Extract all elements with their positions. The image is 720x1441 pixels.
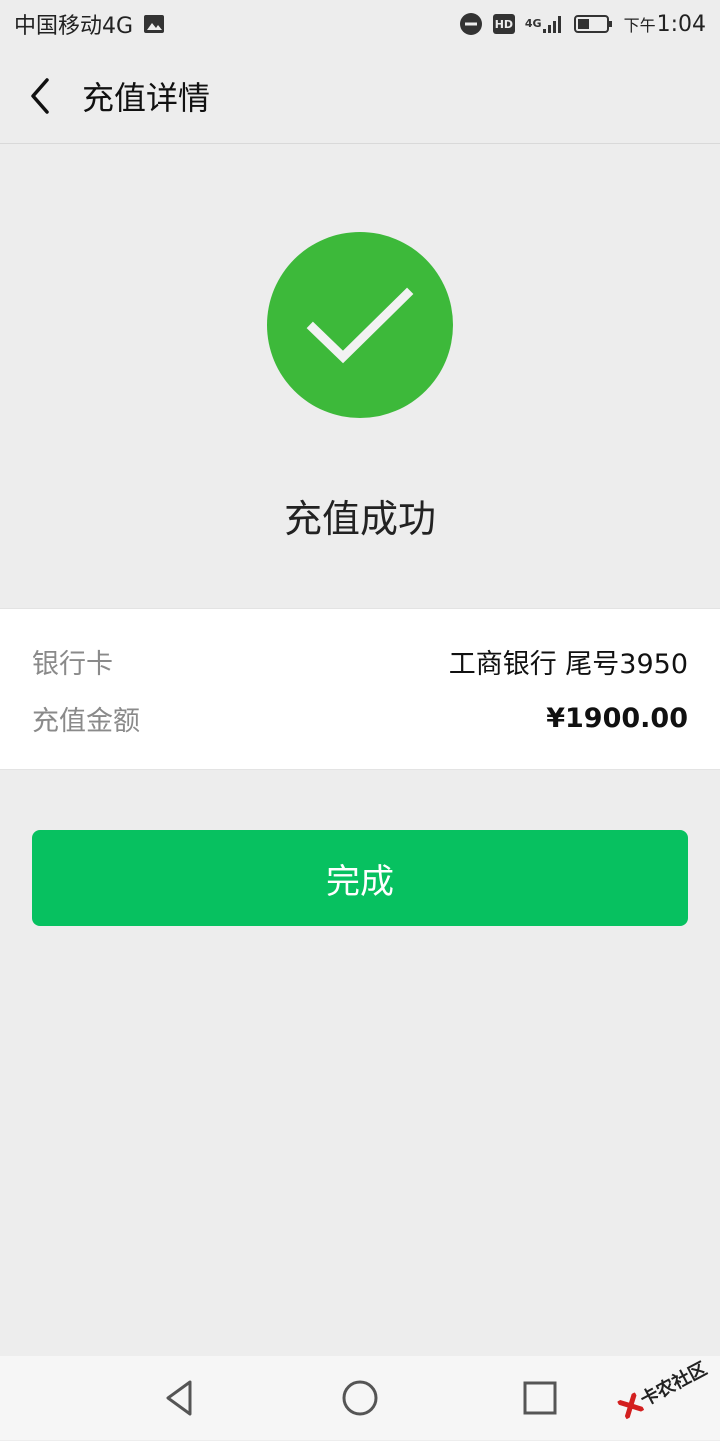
signal-icon: 4G [525,14,564,34]
status-bar: 中国移动4G HD 4G 下午 1:04 [0,0,720,48]
square-recents-icon [523,1381,557,1415]
status-bar-left: 中国移动4G [14,8,165,40]
back-button[interactable] [0,48,80,144]
system-navigation-bar [0,1356,720,1440]
carrier-label: 中国移动4G [14,14,134,39]
bank-card-row: 银行卡 工商银行 尾号3950 [32,636,688,686]
system-back-button[interactable] [156,1374,204,1422]
status-bar-right: HD 4G 下午 1:04 [459,12,706,37]
triangle-back-icon [166,1380,192,1416]
circle-home-icon [342,1380,378,1416]
done-button[interactable]: 完成 [32,830,688,926]
success-icon [267,232,453,418]
battery-icon [573,14,614,34]
system-recents-button[interactable] [516,1374,564,1422]
bank-label: 银行卡 [32,648,113,680]
time-display: 下午 1:04 [624,12,706,37]
system-home-button[interactable] [336,1374,384,1422]
do-not-disturb-icon [459,12,483,36]
details-card: 银行卡 工商银行 尾号3950 充值金额 ¥1900.00 [0,608,720,770]
checkmark-icon [306,287,414,364]
amount-label: 充值金额 [32,705,140,737]
done-button-label: 完成 [326,862,394,901]
image-notification-icon [143,14,165,34]
network-type-label: 4G [524,17,542,30]
time-prefix: 下午 [623,15,656,35]
hd-badge: HD [492,14,515,34]
amount-row: 充值金额 ¥1900.00 [32,693,688,743]
result-message: 充值成功 [283,497,436,541]
watermark-text: 卡农社区 [637,1358,711,1411]
amount-value: ¥1900.00 [546,702,688,734]
page-title: 充值详情 [82,78,211,117]
navigation-bar: 充值详情 [0,48,720,144]
chevron-left-icon [31,77,49,114]
bank-value: 工商银行 尾号3950 [448,648,688,680]
time-value: 1:04 [656,11,706,37]
